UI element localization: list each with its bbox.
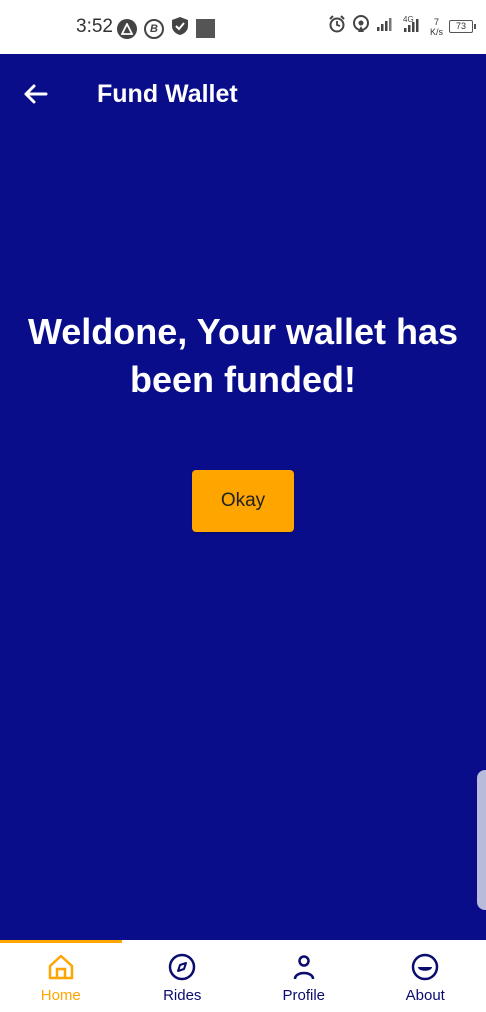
status-left-icons: B — [117, 16, 215, 41]
nav-label-rides: Rides — [163, 987, 202, 1004]
bottom-nav: Home Rides Profile About — [0, 940, 486, 1012]
okay-button[interactable]: Okay — [192, 470, 294, 532]
nav-item-home[interactable]: Home — [0, 940, 122, 1012]
app-notification-icon — [117, 18, 137, 39]
home-icon — [46, 952, 76, 982]
arrow-left-icon[interactable] — [20, 78, 52, 110]
nav-item-rides[interactable]: Rides — [122, 940, 244, 1012]
nav-label-profile: Profile — [282, 987, 326, 1004]
b-notification-icon: B — [144, 18, 164, 39]
nav-item-profile[interactable]: Profile — [243, 940, 365, 1012]
main-content: Fund Wallet Weldone, Your wallet has bee… — [0, 54, 486, 940]
hotspot-icon — [352, 15, 370, 38]
image-notification-icon — [196, 19, 215, 38]
battery-icon: 73 — [449, 20, 477, 33]
alarm-icon — [328, 15, 346, 38]
edge-panel-handle[interactable] — [477, 770, 486, 910]
nav-label-home: Home — [40, 987, 81, 1004]
page-title: Fund Wallet — [97, 80, 238, 108]
net-speed: 7 K/s — [430, 17, 443, 37]
smiley-icon — [410, 952, 440, 982]
nav-label-about: About — [405, 987, 445, 1004]
signal-icon — [376, 16, 396, 37]
success-message: Weldone, Your wallet has been funded! — [27, 311, 459, 400]
status-right-icons: 4G 7 K/s 73 — [328, 14, 477, 39]
signal-4g-icon: 4G — [402, 14, 424, 39]
nav-item-about[interactable]: About — [365, 940, 486, 1012]
battery-level: 73 — [456, 21, 467, 31]
status-bar: 3:52 B 4G 7 K/s 73 — [0, 0, 486, 54]
status-time: 3:52 — [76, 16, 113, 37]
person-icon — [289, 952, 319, 982]
net-speed-value: 7 — [434, 16, 440, 27]
shield-icon — [171, 16, 189, 41]
nav-active-indicator — [0, 940, 122, 943]
compass-icon — [167, 952, 197, 982]
net-speed-unit: K/s — [430, 26, 444, 37]
